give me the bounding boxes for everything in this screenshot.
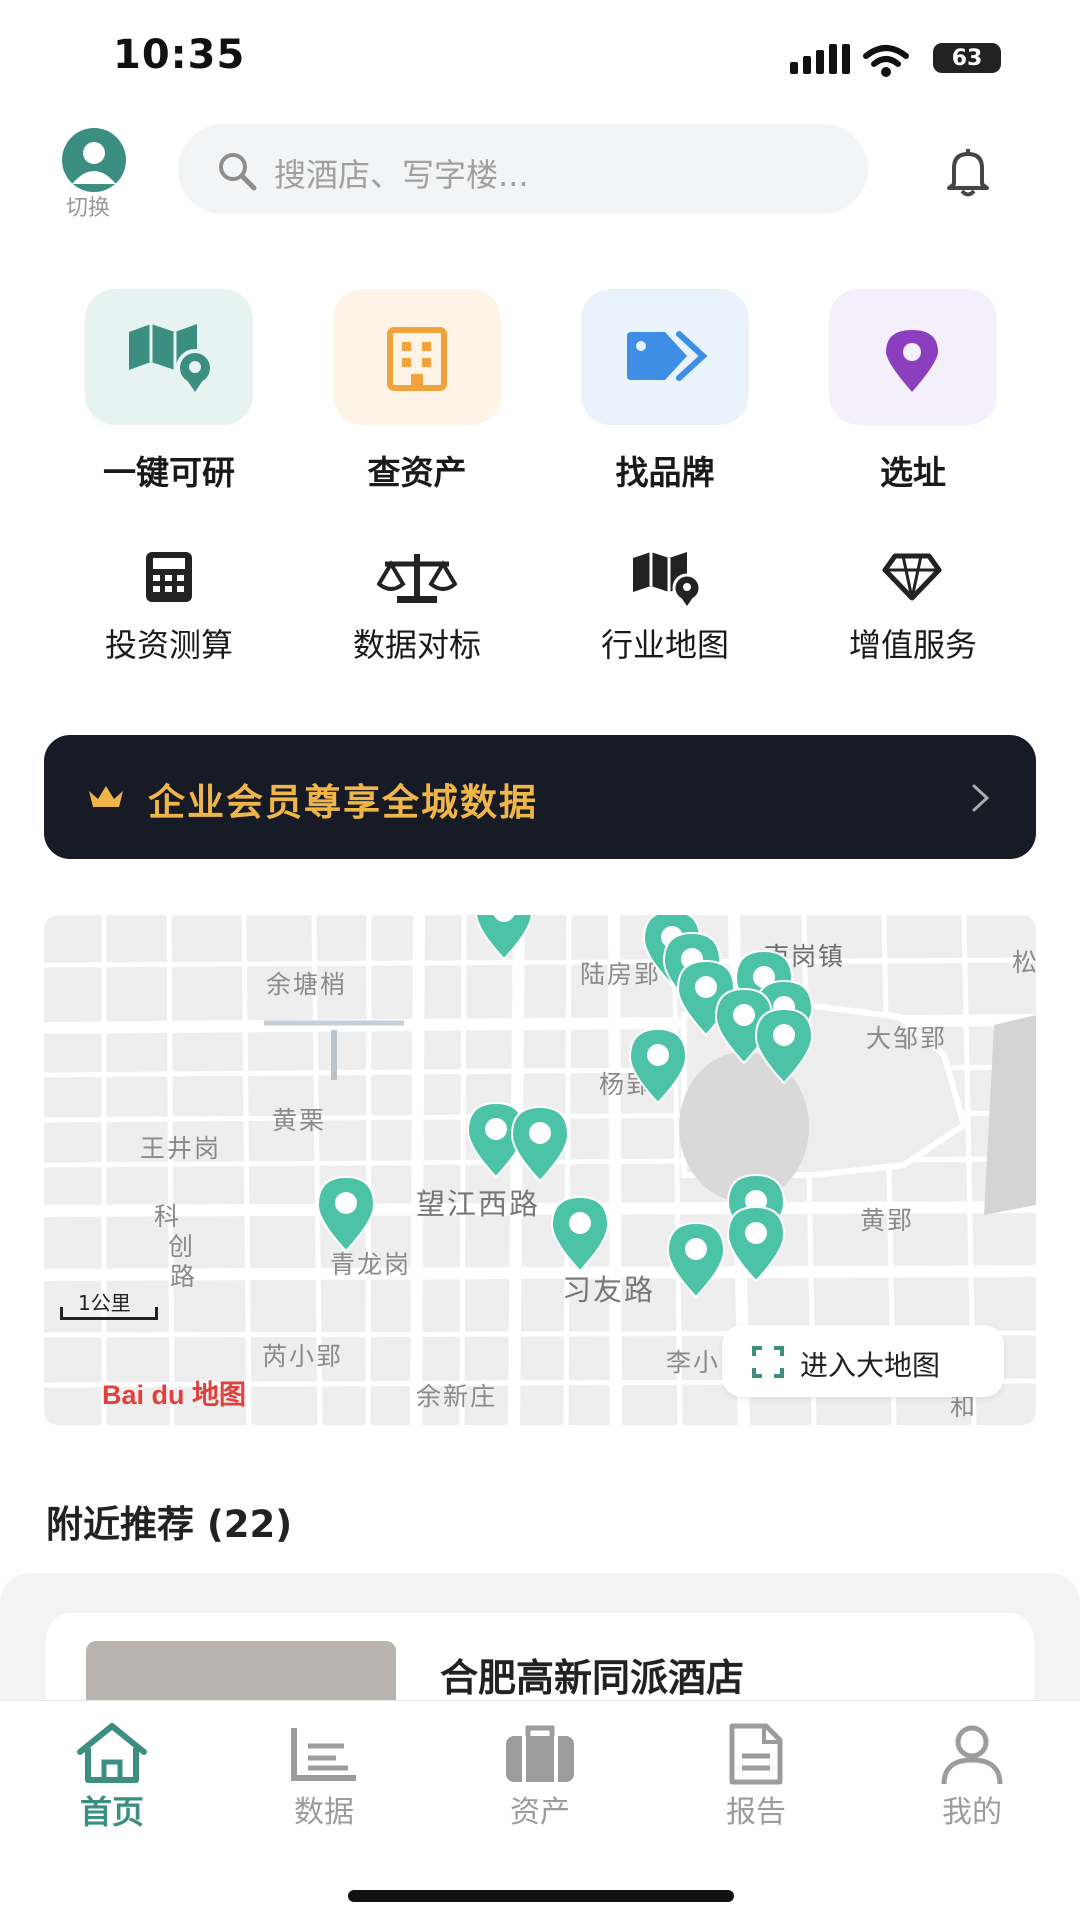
map-icon: [633, 552, 702, 606]
tab-label: 我的: [942, 1795, 1002, 1830]
home-icon: [77, 1723, 147, 1783]
switch-label: 切换: [66, 196, 111, 221]
map-marker: [317, 1176, 375, 1252]
map-marker: [511, 1106, 569, 1182]
calculator-icon: [146, 552, 192, 602]
wifi-icon: [863, 45, 909, 77]
map-pin-icon: [129, 324, 214, 392]
map-marker: [629, 1028, 687, 1104]
tile-label: 选址: [880, 453, 946, 492]
tab-label: 首页: [79, 1793, 144, 1831]
avatar-switch-button[interactable]: [62, 128, 126, 192]
banner-text: 企业会员尊享全城数据: [148, 781, 538, 824]
diamond-icon: [882, 553, 942, 601]
map-marker: [475, 915, 533, 960]
search-icon: [219, 153, 257, 191]
tab-label: 报告: [726, 1795, 786, 1830]
nearby-card-title: 合肥高新同派酒店: [440, 1656, 745, 1700]
tool-label: 投资测算: [104, 626, 233, 664]
map-marker: [667, 1222, 725, 1298]
chevron-right-icon: [972, 784, 990, 812]
bell-icon[interactable]: [944, 146, 992, 198]
tile-label: 查资产: [367, 453, 467, 492]
map-scale-bar: [60, 1307, 158, 1320]
tool-label: 数据对标: [352, 626, 481, 664]
user-icon: [72, 142, 116, 184]
enter-big-map-label: 进入大地图: [800, 1349, 941, 1382]
status-time: 10:35: [113, 32, 246, 78]
home-indicator: [348, 1890, 734, 1902]
tool-label: 增值服务: [848, 626, 977, 664]
nearby-title: 附近推荐 (22): [46, 1503, 293, 1546]
tab-label: 资产: [510, 1795, 570, 1830]
tag-icon: [627, 331, 708, 381]
document-icon: [729, 1723, 783, 1785]
user-icon: [941, 1725, 1003, 1785]
scale-icon: [377, 554, 457, 603]
baidu-map-logo: Bai du 地图: [102, 1380, 247, 1410]
battery-indicator: 63: [933, 43, 1001, 73]
map-marker: [755, 1008, 813, 1084]
tile-label: 找品牌: [615, 453, 715, 492]
search-placeholder: 搜酒店、写字楼...: [274, 156, 529, 194]
briefcase-icon: [506, 1725, 574, 1782]
tile-label: 一键可研: [103, 453, 235, 492]
tool-label: 行业地图: [600, 626, 729, 664]
tab-label: 数据: [294, 1795, 354, 1830]
expand-icon: [752, 1346, 784, 1378]
location-pin-icon: [886, 330, 938, 392]
building-icon: [387, 327, 447, 391]
chart-icon: [291, 1728, 356, 1781]
map-marker: [727, 1206, 785, 1282]
crown-icon: [89, 786, 123, 807]
map-marker: [551, 1196, 609, 1272]
